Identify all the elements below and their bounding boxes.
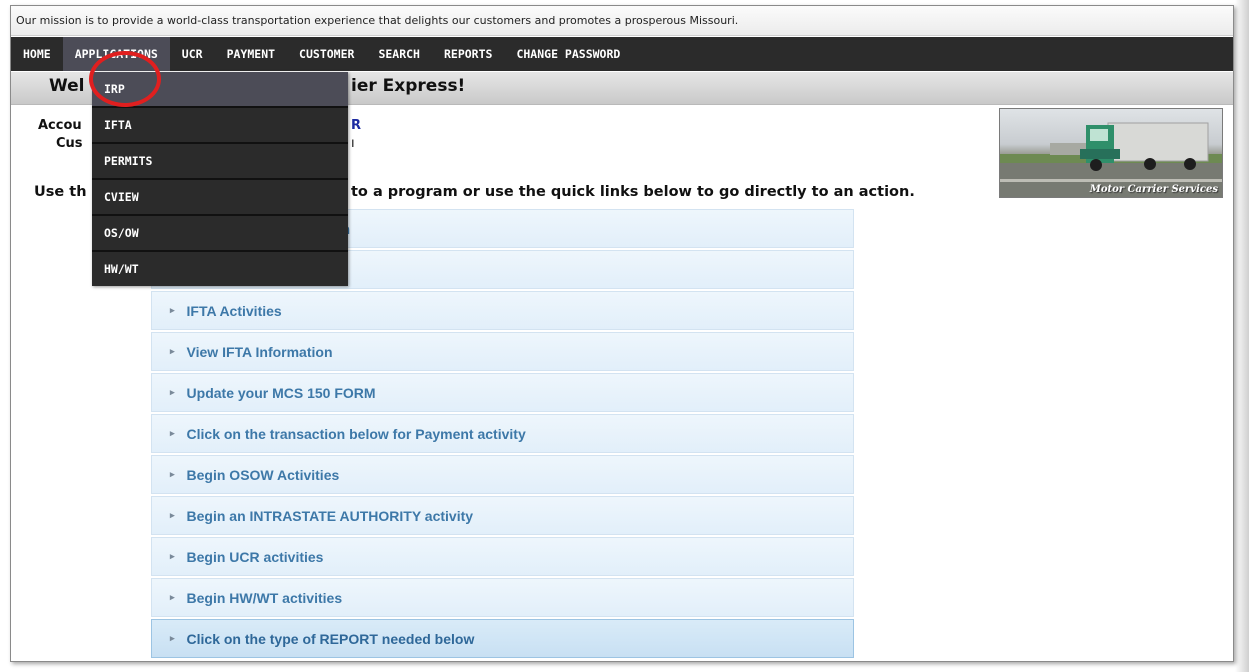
menu-item-ifta[interactable]: IFTA — [92, 108, 348, 144]
nav-customer[interactable]: CUSTOMER — [287, 37, 366, 71]
chevron-right-icon: ▸ — [170, 305, 175, 315]
chevron-right-icon: ▸ — [170, 551, 175, 561]
banner-caption: Motor Carrier Services — [1089, 184, 1218, 195]
menu-item-osow[interactable]: OS/OW — [92, 216, 348, 252]
account-label: Accou — [38, 118, 82, 133]
chevron-right-icon: ▸ — [170, 633, 175, 643]
instruction-left: Use th — [34, 184, 87, 200]
chevron-right-icon: ▸ — [170, 387, 175, 397]
quick-link-report[interactable]: ▸ Click on the type of REPORT needed belo… — [151, 619, 854, 658]
nav-change-password[interactable]: CHANGE PASSWORD — [504, 37, 632, 71]
nav-payment[interactable]: PAYMENT — [215, 37, 287, 71]
welcome-title-right: ier Express! — [351, 76, 466, 96]
motor-carrier-banner-image: Motor Carrier Services — [999, 108, 1223, 198]
main-nav: HOME APPLICATIONS UCR PAYMENT CUSTOMER S… — [11, 37, 1233, 71]
quick-link-osow[interactable]: ▸ Begin OSOW Activities — [151, 455, 854, 494]
browser-page: Our mission is to provide a world-class … — [10, 5, 1234, 662]
chevron-right-icon: ▸ — [170, 510, 175, 520]
account-value[interactable]: R — [351, 118, 361, 133]
highlight-circle — [89, 51, 161, 107]
customer-label: Cus — [56, 136, 83, 151]
menu-item-permits[interactable]: PERMITS — [92, 144, 348, 180]
nav-search[interactable]: SEARCH — [366, 37, 432, 71]
chevron-right-icon: ▸ — [170, 469, 175, 479]
quick-link-ifta-activities[interactable]: ▸ IFTA Activities — [151, 291, 854, 330]
chevron-right-icon: ▸ — [170, 428, 175, 438]
menu-item-hwwt[interactable]: HW/WT — [92, 252, 348, 286]
quick-link-view-ifta[interactable]: ▸ View IFTA Information — [151, 332, 854, 371]
quick-link-ucr[interactable]: ▸ Begin UCR activities — [151, 537, 854, 576]
quick-link-mcs150[interactable]: ▸ Update your MCS 150 FORM — [151, 373, 854, 412]
nav-reports[interactable]: REPORTS — [432, 37, 504, 71]
quick-link-payment[interactable]: ▸ Click on the transaction below for Paym… — [151, 414, 854, 453]
chevron-right-icon: ▸ — [170, 592, 175, 602]
quick-link-hwwt[interactable]: ▸ Begin HW/WT activities — [151, 578, 854, 617]
page-edge-shadow — [1235, 0, 1249, 672]
nav-ucr[interactable]: UCR — [170, 37, 215, 71]
welcome-title-left: Wel — [49, 76, 85, 96]
nav-home[interactable]: HOME — [11, 37, 63, 71]
quick-link-intrastate[interactable]: ▸ Begin an INTRASTATE AUTHORITY activity — [151, 496, 854, 535]
instruction-right: to a program or use the quick links belo… — [351, 184, 915, 200]
customer-value: ı — [351, 136, 355, 151]
chevron-right-icon: ▸ — [170, 346, 175, 356]
menu-item-cview[interactable]: CVIEW — [92, 180, 348, 216]
mission-statement: Our mission is to provide a world-class … — [11, 6, 1233, 36]
